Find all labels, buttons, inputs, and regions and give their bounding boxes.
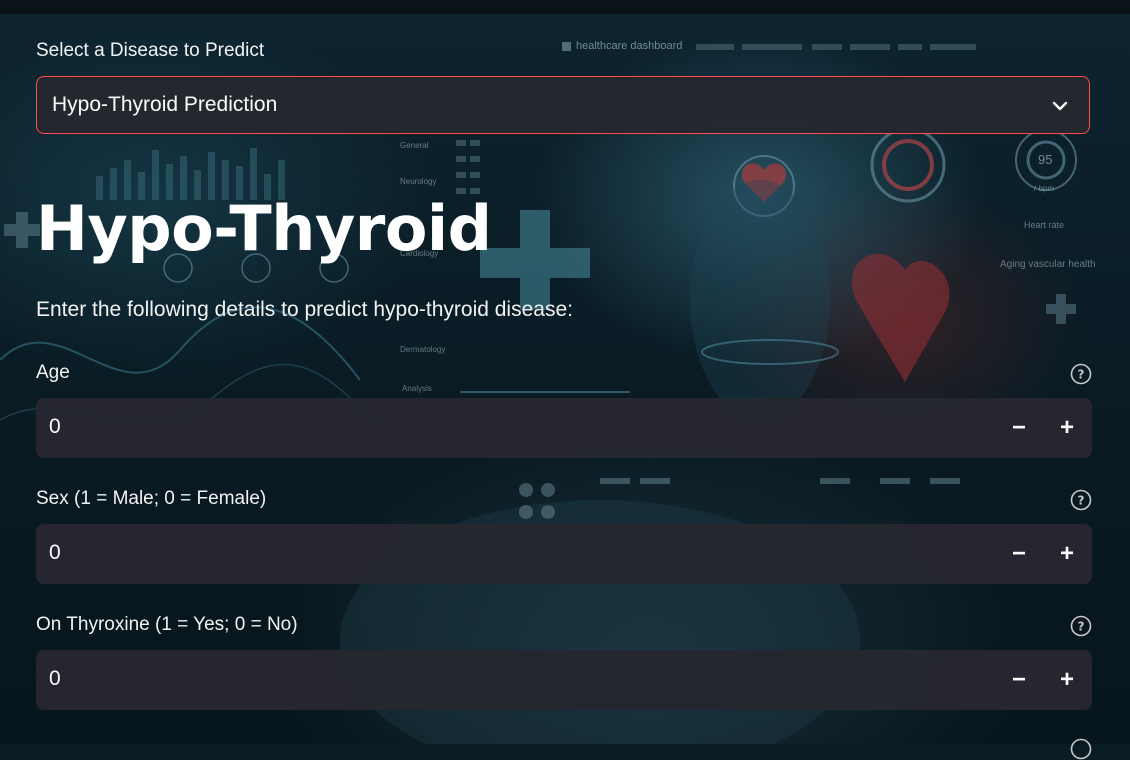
on-thyroxine-value[interactable]: 0 <box>49 667 61 691</box>
chevron-down-icon[interactable] <box>1051 97 1069 115</box>
sex-value[interactable]: 0 <box>49 541 61 565</box>
bg-vascular-label: Aging vascular health <box>1000 259 1096 270</box>
svg-text:?: ? <box>1078 494 1085 508</box>
help-icon[interactable] <box>1070 738 1092 760</box>
on-thyroxine-input[interactable]: 0 − + <box>36 650 1092 710</box>
bg-heart-rate-label: Heart rate <box>1024 220 1065 230</box>
bg-bpm-value: 95 <box>1038 152 1053 167</box>
on-thyroxine-increment-button[interactable]: + <box>1044 650 1090 710</box>
age-value[interactable]: 0 <box>49 415 61 439</box>
help-icon[interactable]: ? <box>1070 363 1092 385</box>
bg-analysis-label: Analysis <box>402 384 432 393</box>
svg-text:?: ? <box>1078 620 1085 634</box>
age-input[interactable]: 0 − + <box>36 398 1092 458</box>
bg-dermatology-label: Dermatology <box>400 345 446 354</box>
bg-general-label: General <box>400 141 429 150</box>
disease-select-label: Select a Disease to Predict <box>36 40 265 61</box>
bg-bpm-unit: / bpm <box>1034 184 1055 193</box>
age-increment-button[interactable]: + <box>1044 398 1090 458</box>
instructions-text: Enter the following details to predict h… <box>36 298 573 321</box>
on-thyroxine-label: On Thyroxine (1 = Yes; 0 = No) <box>36 614 298 635</box>
sex-decrement-button[interactable]: − <box>996 524 1042 584</box>
svg-text:?: ? <box>1078 368 1085 382</box>
page-title: Hypo-Thyroid <box>36 192 492 265</box>
sex-input[interactable]: 0 − + <box>36 524 1092 584</box>
age-label: Age <box>36 362 70 383</box>
bg-dashboard-label: healthcare dashboard <box>576 40 683 52</box>
help-icon[interactable]: ? <box>1070 615 1092 637</box>
disease-select[interactable]: Hypo-Thyroid Prediction <box>36 76 1090 134</box>
on-thyroxine-decrement-button[interactable]: − <box>996 650 1042 710</box>
sex-label: Sex (1 = Male; 0 = Female) <box>36 488 267 509</box>
sex-increment-button[interactable]: + <box>1044 524 1090 584</box>
help-icon[interactable]: ? <box>1070 489 1092 511</box>
bg-neurology-label: Neurology <box>400 177 437 186</box>
age-decrement-button[interactable]: − <box>996 398 1042 458</box>
disease-select-value: Hypo-Thyroid Prediction <box>52 93 278 116</box>
